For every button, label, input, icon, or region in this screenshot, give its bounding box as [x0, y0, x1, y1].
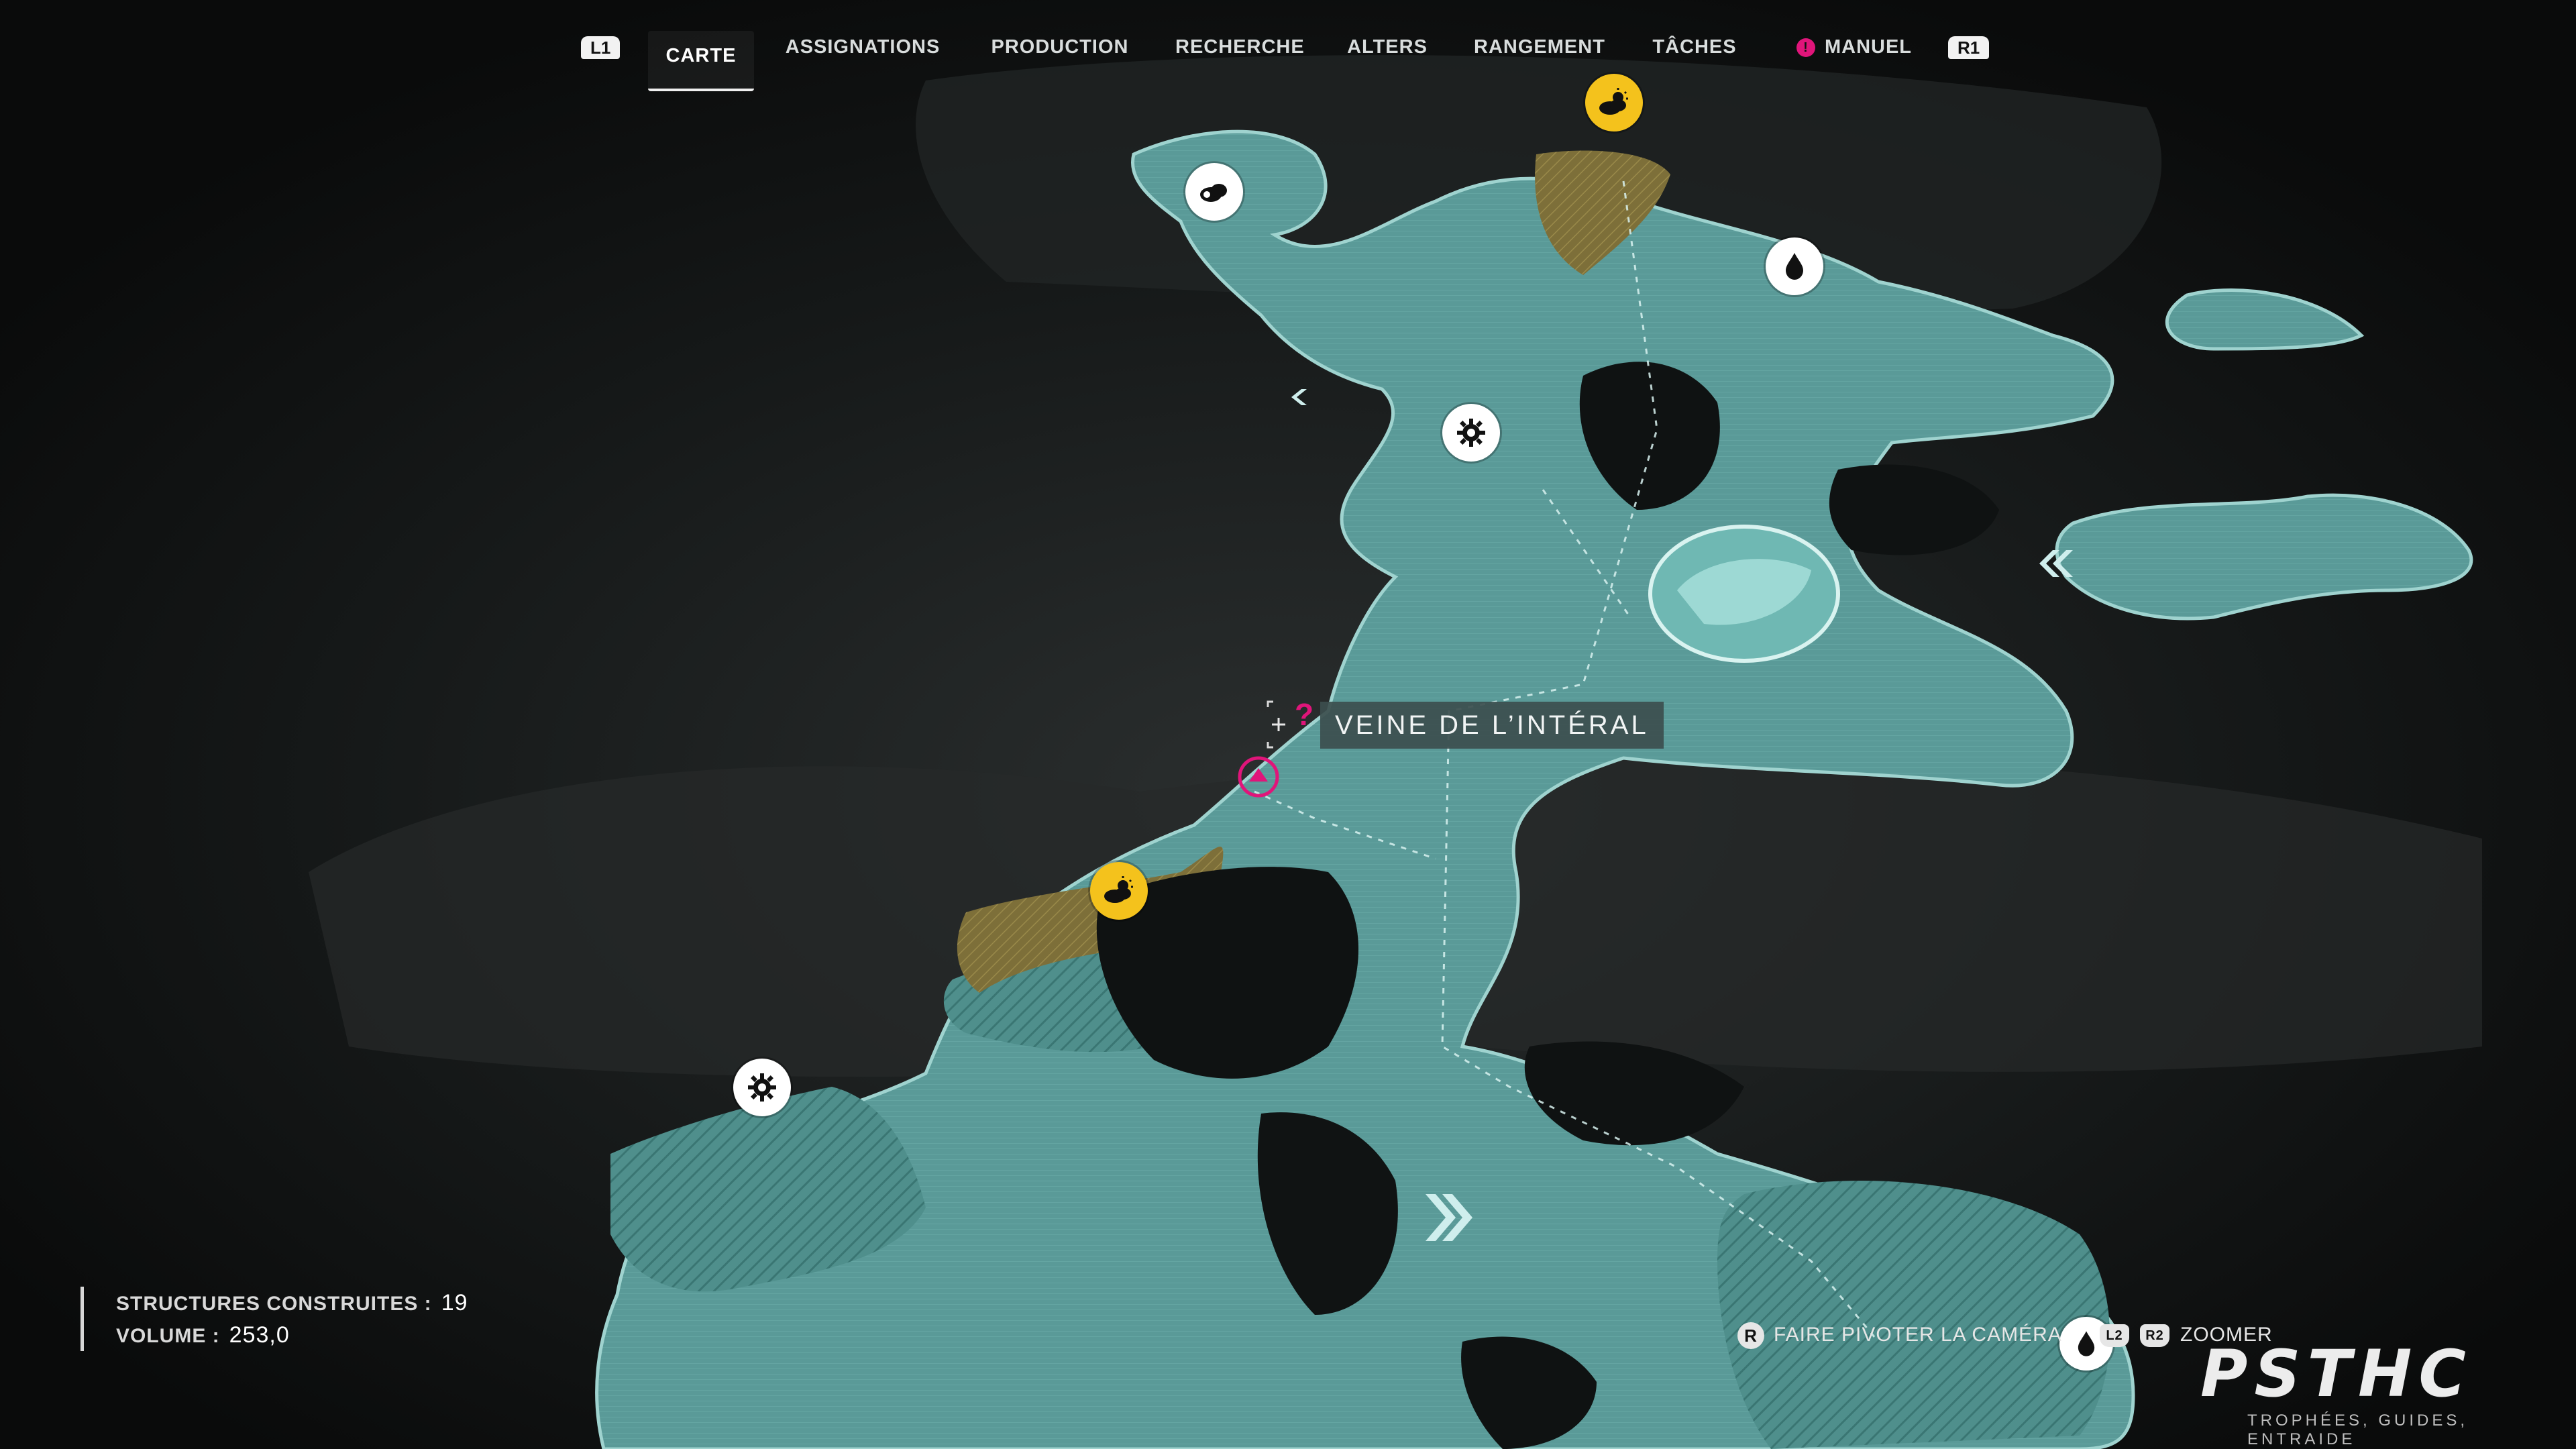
tab-taches[interactable]: TÂCHES: [1648, 27, 1741, 67]
tab-manuel-label: MANUEL: [1824, 36, 1913, 58]
watermark-logo: PSTHC: [2200, 1336, 2473, 1411]
top-navigation: L1 CARTE ASSIGNATIONS PRODUCTION RECHERC…: [0, 15, 2576, 91]
base-stats: STRUCTURES CONSTRUITES : 19 VOLUME : 253,0: [80, 1287, 468, 1351]
tab-production[interactable]: PRODUCTION: [986, 27, 1134, 67]
tab-carte[interactable]: CARTE: [648, 31, 754, 91]
unknown-marker-icon: ?: [1295, 697, 1314, 732]
structures-label: STRUCTURES CONSTRUITES :: [116, 1293, 432, 1315]
watermark-tagline: TROPHÉES, GUIDES, ENTRAIDE: [2247, 1411, 2469, 1448]
water-drop-icon[interactable]: [1766, 237, 1823, 295]
alert-badge: !: [1796, 38, 1815, 58]
tab-assignations[interactable]: ASSIGNATIONS: [778, 27, 947, 67]
volume-row: VOLUME : 253,0: [116, 1319, 468, 1351]
r2-trigger-icon: R2: [2140, 1324, 2169, 1348]
tab-manuel[interactable]: ! MANUEL: [1780, 27, 1928, 67]
rotate-camera-label: FAIRE PIVOTER LA CAMÉRA: [1774, 1324, 2062, 1346]
location-name: VEINE DE L’INTÉRAL: [1320, 702, 1664, 749]
volume-value: 253,0: [229, 1322, 290, 1348]
tab-recherche[interactable]: RECHERCHE: [1175, 27, 1304, 67]
l1-shoulder-button[interactable]: L1: [581, 36, 621, 59]
volume-label: VOLUME :: [116, 1325, 220, 1347]
cloud-resource-icon[interactable]: [1185, 163, 1243, 221]
sun-cloud-resource-icon[interactable]: [1090, 862, 1148, 920]
tab-rangement[interactable]: RANGEMENT: [1469, 27, 1610, 67]
r-stick-icon: R: [1737, 1322, 1764, 1350]
l2-trigger-icon: L2: [2100, 1324, 2129, 1348]
rotate-camera-hint: R FAIRE PIVOTER LA CAMÉRA: [1737, 1315, 2062, 1355]
structures-row: STRUCTURES CONSTRUITES : 19: [116, 1287, 468, 1319]
r1-shoulder-button[interactable]: R1: [1948, 36, 1990, 59]
tab-alters[interactable]: ALTERS: [1344, 27, 1430, 67]
gear-structure-icon[interactable]: [1442, 404, 1500, 462]
structures-value: 19: [441, 1290, 468, 1316]
gear-structure-icon[interactable]: [733, 1059, 791, 1116]
location-marker[interactable]: ?: [1265, 697, 1313, 749]
watermark: PSTHC TROPHÉES, GUIDES, ENTRAIDE: [2200, 1342, 2549, 1449]
